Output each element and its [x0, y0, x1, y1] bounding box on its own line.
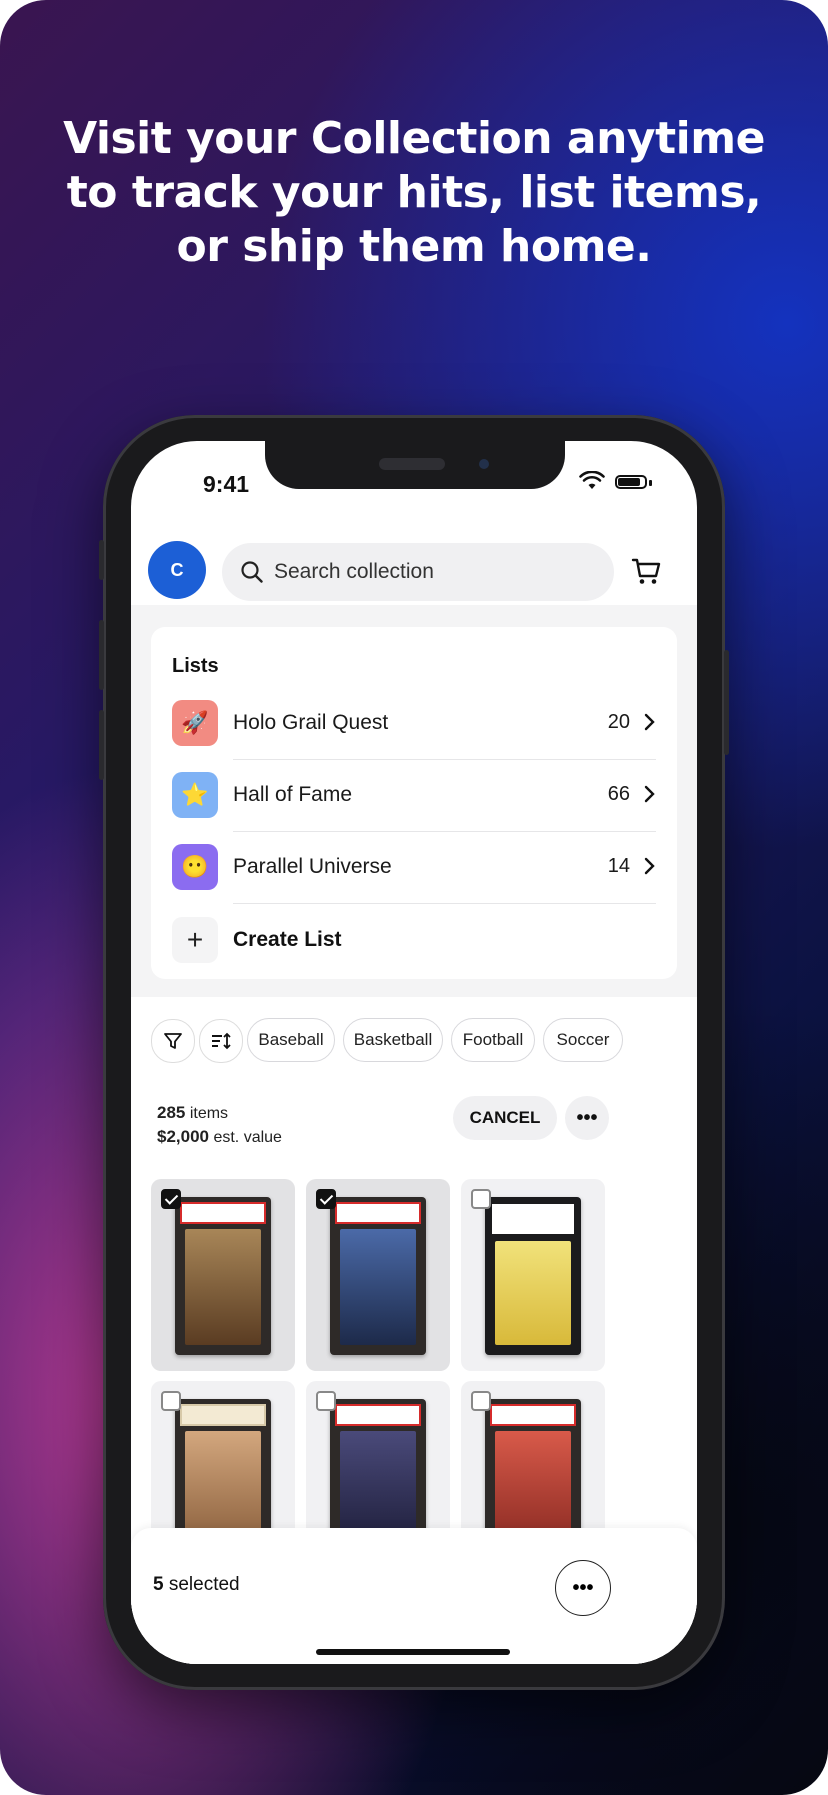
value-label: est. value: [213, 1129, 282, 1146]
grade-label: [180, 1404, 266, 1426]
chip-baseball[interactable]: Baseball: [247, 1018, 335, 1062]
card-checkbox[interactable]: [471, 1391, 491, 1411]
top-bar: C Search collection: [131, 505, 697, 601]
list-item-holo-grail-quest[interactable]: 🚀 Holo Grail Quest 20: [172, 681, 664, 763]
star-icon: ⭐: [172, 772, 218, 818]
grade-label: [490, 1404, 576, 1426]
divider: [233, 903, 656, 904]
list-item-hall-of-fame[interactable]: ⭐ Hall of Fame 66: [172, 753, 664, 835]
speaker: [379, 458, 445, 470]
card-tile[interactable]: [461, 1179, 605, 1371]
more-icon: •••: [572, 1576, 594, 1599]
graded-card-slab: [330, 1197, 426, 1355]
graded-card-slab: [485, 1197, 581, 1355]
mute-switch: [99, 540, 104, 580]
list-item-name: Holo Grail Quest: [233, 711, 389, 734]
volume-up-button: [99, 620, 104, 690]
graded-card-slab: [175, 1197, 271, 1355]
selection-count: 5 selected: [153, 1574, 240, 1595]
lists-card: Lists 🚀 Holo Grail Quest 20 ⭐ Hall of Fa…: [151, 627, 677, 979]
cart-icon[interactable]: [631, 557, 661, 585]
chip-soccer[interactable]: Soccer: [543, 1018, 623, 1062]
avatar[interactable]: C: [148, 541, 206, 599]
card-checkbox[interactable]: [161, 1391, 181, 1411]
face-icon: 😶: [172, 844, 218, 890]
grade-label: [490, 1202, 576, 1236]
card-tile[interactable]: [151, 1179, 295, 1371]
headline: Visit your Collection anytime to track y…: [63, 113, 765, 272]
app-screen: 9:41 C Search collection Lists 🚀 Holo Gr…: [131, 441, 697, 1664]
card-checkbox[interactable]: [316, 1189, 336, 1209]
value-line: $2,000 est. value: [157, 1127, 282, 1147]
create-list-label: Create List: [233, 928, 342, 951]
sort-icon: [212, 1032, 231, 1050]
card-image: [340, 1229, 416, 1345]
chip-basketball[interactable]: Basketball: [343, 1018, 443, 1062]
chevron-right-icon: [644, 857, 655, 875]
chevron-right-icon: [644, 785, 655, 803]
more-options-button[interactable]: •••: [565, 1096, 609, 1140]
lists-title: Lists: [172, 655, 219, 677]
battery-icon: [615, 475, 647, 489]
list-item-name: Hall of Fame: [233, 783, 353, 806]
list-item-name: Parallel Universe: [233, 855, 392, 878]
home-indicator: [316, 1649, 510, 1655]
chevron-right-icon: [644, 713, 655, 731]
card-image: [185, 1229, 261, 1345]
phone-frame: 9:41 C Search collection Lists 🚀 Holo Gr…: [99, 415, 729, 1690]
search-placeholder: Search collection: [274, 560, 434, 583]
cancel-button[interactable]: CANCEL: [453, 1096, 557, 1140]
card-tile[interactable]: [306, 1179, 450, 1371]
card-image: [495, 1241, 571, 1345]
items-label: items: [189, 1105, 229, 1122]
camera: [479, 459, 489, 469]
volume-down-button: [99, 710, 104, 780]
filter-icon: [164, 1033, 182, 1049]
items-count: 285: [157, 1103, 186, 1122]
wifi-icon: [579, 471, 605, 489]
list-item-count: 20: [607, 711, 630, 733]
battery-tip: [649, 480, 652, 486]
est-value: $2,000: [157, 1127, 209, 1146]
list-item-count: 14: [607, 855, 630, 877]
sort-button[interactable]: [199, 1019, 243, 1063]
selection-bar: 5 selected •••: [131, 1528, 697, 1664]
list-item-count: 66: [607, 783, 630, 805]
items-count-line: 285 items: [157, 1103, 228, 1123]
rocket-icon: 🚀: [172, 700, 218, 746]
grade-label: [335, 1404, 421, 1426]
filter-bar: Baseball Basketball Football Soccer: [131, 997, 697, 1093]
filter-button[interactable]: [151, 1019, 195, 1063]
card-checkbox[interactable]: [316, 1391, 336, 1411]
status-time: 9:41: [203, 471, 250, 497]
grade-label: [180, 1202, 266, 1224]
selection-actions-button[interactable]: •••: [555, 1560, 611, 1616]
search-input[interactable]: Search collection: [222, 543, 614, 601]
grade-label: [335, 1202, 421, 1224]
list-item-parallel-universe[interactable]: 😶 Parallel Universe 14: [172, 825, 664, 907]
avatar-initial: C: [170, 559, 184, 580]
collection-summary: 285 items $2,000 est. value CANCEL •••: [131, 1093, 697, 1179]
create-list-button[interactable]: + Create List: [172, 909, 664, 969]
promo-background: Visit your Collection anytime to track y…: [0, 0, 828, 1795]
power-button: [724, 650, 729, 755]
card-checkbox[interactable]: [471, 1189, 491, 1209]
search-icon: [241, 561, 263, 583]
chip-football[interactable]: Football: [451, 1018, 535, 1062]
more-icon: •••: [576, 1106, 598, 1129]
plus-icon: +: [172, 917, 218, 963]
card-checkbox[interactable]: [161, 1189, 181, 1209]
